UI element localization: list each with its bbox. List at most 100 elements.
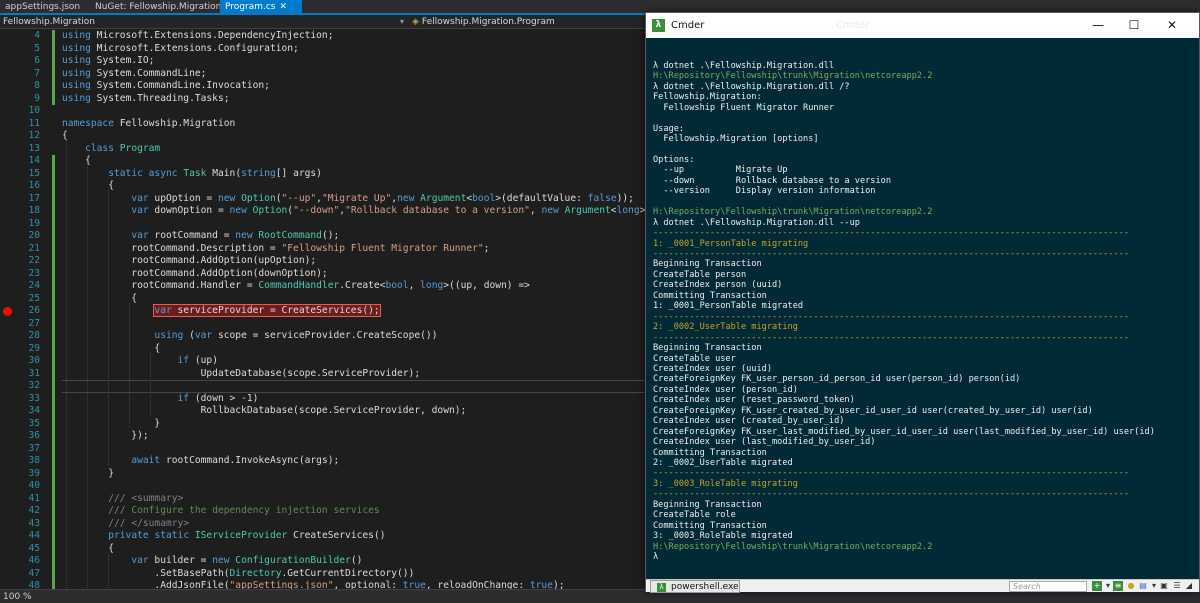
terminal-line: Beginning Transaction [653, 259, 762, 270]
line-number: 38 [28, 455, 40, 466]
pane-icon[interactable]: ▣ [1159, 581, 1169, 591]
change-marker [52, 492, 55, 505]
terminal-line: Fellowship.Migration [options] [653, 134, 819, 145]
line-number: 40 [28, 480, 40, 491]
terminal-line: CreateIndex user (reset_password_token) [653, 395, 855, 406]
maximize-button[interactable]: ☐ [1116, 13, 1152, 38]
chevron-down-icon[interactable]: ▾ [1103, 581, 1113, 591]
line-number: 8 [34, 80, 40, 91]
zoom-level[interactable]: 100 % [3, 591, 32, 603]
settings-icon[interactable]: ☰ [1172, 581, 1182, 591]
change-marker [52, 80, 55, 93]
terminal-line: λ dotnet .\Fellowship.Migration.dll /? [653, 81, 850, 92]
code-text: using System.Threading.Tasks; [62, 92, 230, 104]
indent-guide [129, 302, 130, 428]
code-text: rootCommand.AddOption(downOption); [62, 267, 328, 279]
change-marker [52, 330, 55, 343]
code-text: if (down > -1) [177, 392, 259, 404]
terminal-line: CreateIndex user (person_id) [653, 384, 798, 395]
minimize-button[interactable]: — [1080, 13, 1116, 38]
change-marker [52, 230, 55, 243]
chevron-down-icon[interactable]: ▾ [1149, 581, 1159, 591]
change-marker [52, 542, 55, 555]
indent-guide [150, 352, 151, 415]
code-text: /// <summary> [108, 492, 184, 504]
menu-icon[interactable]: ▤ [1138, 581, 1148, 591]
terminal-line: ----------------------------------------… [653, 468, 1129, 479]
line-number: 25 [28, 292, 40, 304]
line-number: 16 [28, 180, 40, 191]
change-marker [52, 567, 55, 580]
change-marker [52, 280, 55, 293]
cmder-titlebar[interactable]: λ Cmder Cmder — ☐ ✕ [646, 13, 1199, 38]
cmder-window: λ Cmder Cmder — ☐ ✕ λ dotnet .\Fellowshi… [645, 12, 1200, 593]
terminal-line: ----------------------------------------… [653, 311, 1129, 322]
code-text: }); [62, 430, 149, 441]
code-text: } [62, 417, 161, 429]
change-marker [52, 467, 55, 480]
change-marker [52, 505, 55, 518]
code-text: using (var scope = serviceProvider.Creat… [154, 330, 438, 341]
line-number: 42 [28, 505, 40, 516]
cmder-status-bar: λ powershell.exe Search + ▾ ≡ ● ▤ ▾ ▣ ☰ … [646, 579, 1199, 593]
lock-icon[interactable]: ● [1126, 581, 1136, 591]
code-text: .AddJsonFile("appSettings.json", optiona… [62, 580, 565, 589]
new-console-icon[interactable]: + [1092, 581, 1102, 591]
terminal-output[interactable]: λ dotnet .\Fellowship.Migration.dll H:\Re… [646, 38, 1199, 579]
change-marker [52, 255, 55, 268]
line-number: 41 [28, 492, 40, 504]
close-button[interactable]: ✕ [1154, 13, 1190, 38]
project-dropdown[interactable]: Fellowship.Migration [3, 16, 95, 28]
line-number: 30 [28, 355, 40, 366]
line-number: 15 [28, 167, 40, 179]
terminal-line: Fellowship Fluent Migrator Runner [653, 102, 835, 113]
code-text: var downOption = new Option("--down","Ro… [131, 205, 680, 216]
line-number: 35 [28, 417, 40, 429]
terminal-line: Beginning Transaction [653, 343, 762, 354]
terminal-line: CreateTable person [653, 269, 747, 280]
change-marker [52, 305, 55, 318]
code-text: await rootCommand.InvokeAsync(args); [131, 455, 340, 466]
chevron-down-icon[interactable]: ▾ [400, 16, 404, 28]
line-number: 14 [28, 155, 40, 166]
change-marker [52, 417, 55, 430]
terminal-line: --version Display version information [653, 186, 876, 197]
console-tab[interactable]: λ powershell.exe [650, 580, 740, 593]
terminal-line: Committing Transaction [653, 290, 767, 301]
terminal-line: ----------------------------------------… [653, 489, 1129, 500]
search-input[interactable]: Search [1009, 581, 1087, 592]
line-number: 27 [28, 317, 40, 329]
close-icon[interactable]: ✕ [279, 2, 287, 12]
line-number: 24 [28, 280, 40, 291]
code-text: rootCommand.AddOption(upOption); [62, 255, 317, 266]
change-marker [52, 180, 55, 193]
line-number: 17 [28, 192, 40, 204]
change-marker [52, 517, 55, 530]
change-marker [52, 292, 55, 305]
change-marker [52, 317, 55, 330]
terminal-line: ----------------------------------------… [653, 249, 1129, 259]
terminal-line: 2: _0002_UserTable migrating [653, 322, 798, 333]
change-marker [52, 55, 55, 68]
code-text: if (up) [177, 355, 218, 366]
tab-list-icon[interactable]: ≡ [1113, 581, 1123, 591]
change-marker [52, 167, 55, 180]
change-marker [52, 267, 55, 280]
window-title-shadow: Cmder [836, 20, 870, 31]
change-marker [52, 92, 55, 105]
change-marker [52, 405, 55, 418]
line-number: 37 [28, 442, 40, 454]
resize-grip-icon[interactable]: ◢ [1184, 581, 1194, 591]
terminal-line: λ [653, 552, 659, 563]
line-number: 11 [28, 117, 40, 129]
change-marker [52, 67, 55, 80]
terminal-line: CreateIndex person (uuid) [653, 280, 783, 291]
terminal-line: H:\Repository\Fellowship\trunk\Migration… [653, 207, 933, 218]
code-text: using System.IO; [62, 55, 155, 66]
line-number: 21 [28, 242, 40, 254]
console-tab-label: powershell.exe [671, 582, 739, 592]
type-dropdown[interactable]: ◈ Fellowship.Migration.Program [412, 16, 555, 28]
terminal-line: 3: _0003_RoleTable migrated [653, 531, 793, 542]
change-marker [52, 217, 55, 230]
line-number: 10 [28, 105, 40, 116]
